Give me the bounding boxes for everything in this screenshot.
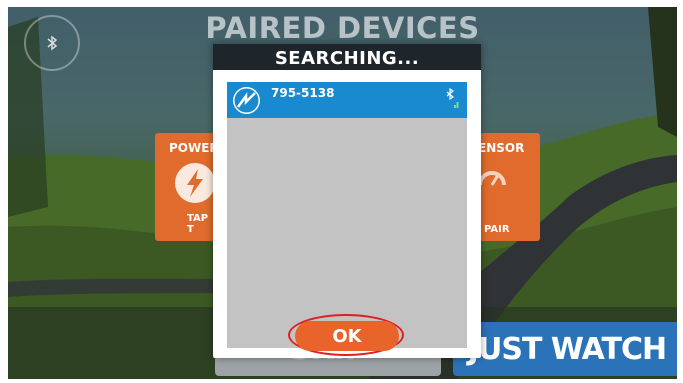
ok-button[interactable]: OK: [295, 321, 399, 351]
device-name: 795-5138: [271, 86, 335, 100]
device-list[interactable]: 795-5138: [227, 82, 467, 348]
sensor-card-tap-label: PAIR: [484, 224, 510, 235]
searching-dialog: SEARCHING... 795-5138 OK: [213, 44, 481, 358]
dialog-title: SEARCHING...: [213, 44, 481, 70]
power-bolt-icon: [175, 163, 215, 203]
page-title: PAIRED DEVICES: [205, 11, 480, 45]
zwift-device-icon: [233, 87, 260, 114]
power-card-label: POWER: [169, 141, 219, 155]
speed-sensor-card[interactable]: ENSOR PAIR: [478, 133, 540, 241]
device-list-item[interactable]: 795-5138: [227, 82, 467, 118]
sensor-card-label: ENSOR: [478, 141, 525, 155]
power-source-card[interactable]: POWER TAP T: [155, 133, 219, 241]
bluetooth-signal-icon: [446, 88, 459, 108]
just-watch-button[interactable]: JUST WATCH: [453, 322, 677, 376]
